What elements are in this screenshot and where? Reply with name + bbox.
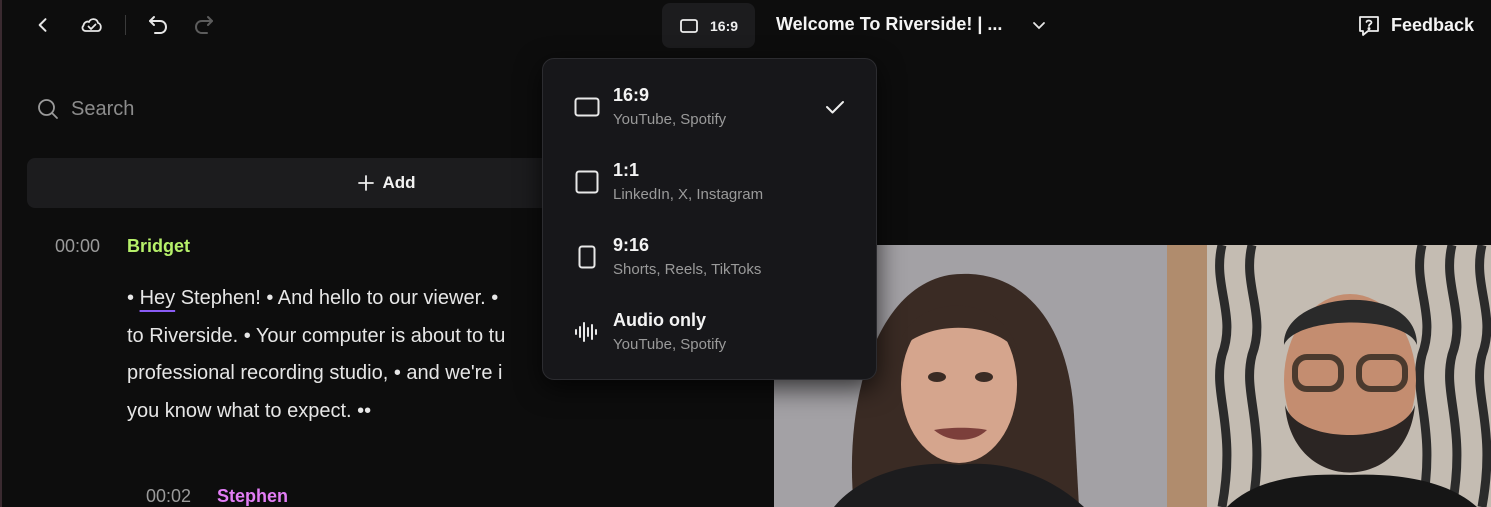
chevron-down-icon (1033, 22, 1045, 30)
transcript-paragraph[interactable]: • Hey Stephen! • And hello to our viewer… (127, 280, 547, 430)
feedback-button[interactable]: Feedback (1356, 12, 1474, 38)
participant-video-stephen (1167, 245, 1491, 507)
undo-icon (149, 16, 167, 34)
video-preview[interactable] (774, 245, 1491, 507)
speaker-name[interactable]: Stephen (217, 486, 288, 507)
aspect-option-audio-only[interactable]: Audio only YouTube, Spotify (543, 296, 876, 368)
transcript-line: professional recording studio, • and we'… (127, 362, 503, 384)
timestamp[interactable]: 00:02 (146, 486, 191, 507)
portrait-frame-icon (573, 243, 601, 271)
aspect-option-subtitle: YouTube, Spotify (613, 336, 727, 353)
aspect-option-9-16[interactable]: 9:16 Shorts, Reels, TikToks (543, 221, 876, 293)
project-menu-button[interactable] (1028, 14, 1050, 36)
aspect-option-title: 9:16 (613, 235, 650, 255)
transcript-line: you know what to expect. •• (127, 399, 372, 422)
top-toolbar: 16:9 Welcome To Riverside! | ... Feedbac… (0, 0, 1491, 52)
aspect-option-title: Audio only (613, 310, 706, 330)
aspect-option-subtitle: LinkedIn, X, Instagram (613, 186, 764, 203)
plus-icon (358, 175, 375, 191)
audio-waveform-icon (573, 318, 601, 346)
landscape-frame-icon (680, 18, 698, 33)
square-frame-icon (573, 168, 601, 196)
active-word[interactable]: Hey (140, 287, 176, 309)
participant-image (1167, 245, 1491, 507)
cloud-sync-button[interactable] (77, 10, 107, 40)
redo-icon (195, 16, 213, 34)
aspect-option-1-1[interactable]: 1:1 LinkedIn, X, Instagram (543, 146, 876, 218)
aspect-option-title: 1:1 (613, 160, 640, 180)
search-icon (38, 99, 58, 119)
aspect-ratio-label: 16:9 (710, 17, 739, 34)
transcript-line: • Hey Stephen! • And hello to our viewer… (127, 287, 499, 309)
feedback-bubble-icon (1359, 16, 1379, 36)
toolbar-divider (125, 15, 126, 35)
checkmark-icon (826, 101, 844, 114)
chevron-left-icon (38, 18, 47, 32)
transcript-line: to Riverside. • Your computer is about t… (127, 324, 506, 347)
timestamp[interactable]: 00:00 (55, 236, 100, 257)
aspect-ratio-button[interactable]: 16:9 (662, 3, 755, 48)
aspect-option-16-9[interactable]: 16:9 YouTube, Spotify (543, 71, 876, 143)
speaker-name[interactable]: Bridget (127, 236, 190, 257)
add-label: Add (382, 173, 416, 192)
landscape-frame-icon (573, 93, 601, 121)
window-edge (0, 0, 2, 507)
redo-button[interactable] (189, 10, 219, 40)
back-button[interactable] (28, 10, 58, 40)
undo-button[interactable] (143, 10, 173, 40)
cloud-check-icon (81, 18, 102, 32)
aspect-option-subtitle: Shorts, Reels, TikToks (613, 261, 762, 278)
feedback-label: Feedback (1391, 14, 1475, 35)
project-title[interactable]: Welcome To Riverside! | ... (776, 14, 1002, 35)
aspect-ratio-menu: 16:9 YouTube, Spotify 1:1 LinkedIn, X, I… (542, 58, 877, 380)
transcript-search (36, 97, 371, 121)
aspect-option-subtitle: YouTube, Spotify (613, 111, 727, 128)
aspect-option-title: 16:9 (613, 85, 650, 105)
search-input[interactable] (71, 97, 371, 121)
